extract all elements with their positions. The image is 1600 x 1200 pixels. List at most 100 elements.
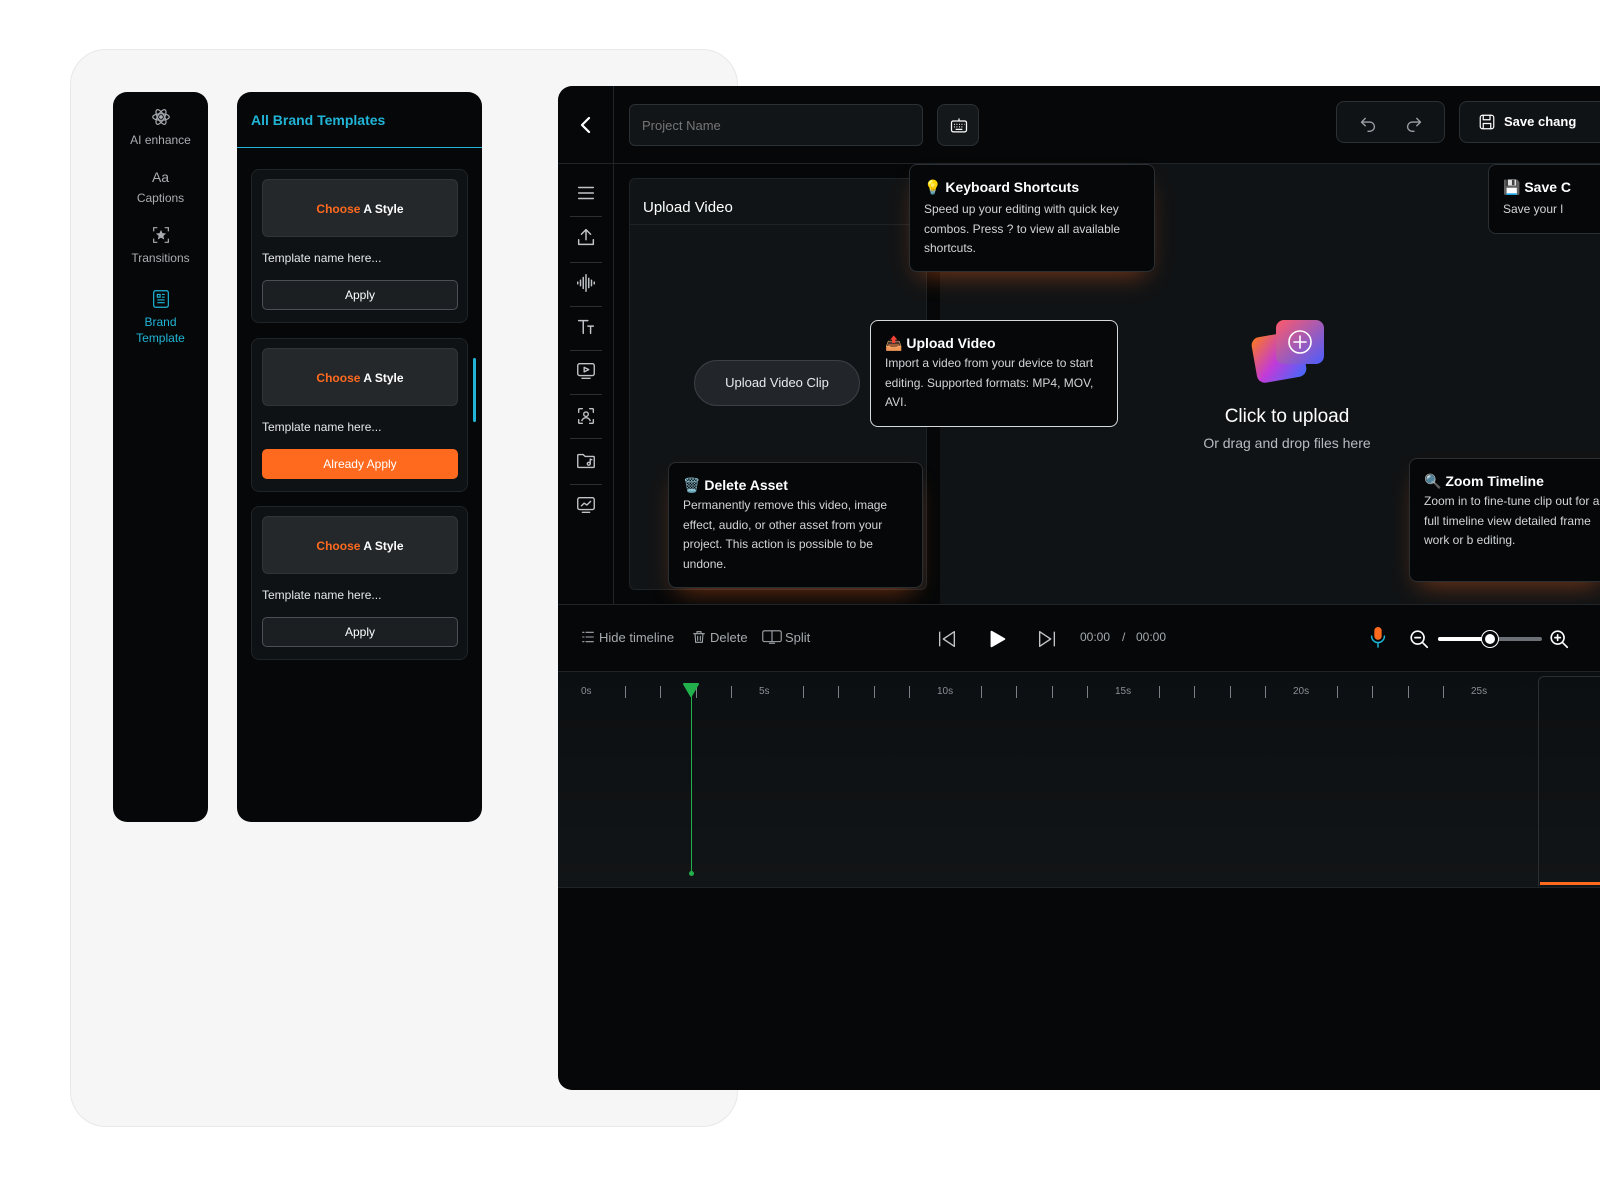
tooltip-title: Delete Asset [704, 477, 788, 493]
microphone-icon[interactable] [1367, 625, 1389, 651]
redo-icon[interactable] [1403, 112, 1425, 134]
keyboard-shortcuts-button[interactable] [937, 104, 979, 146]
ruler-tick [980, 686, 982, 698]
text-icon[interactable] [575, 316, 597, 338]
keyboard-shortcuts-tooltip: 💡 Keyboard Shortcuts Speed up your editi… [909, 164, 1155, 272]
skip-forward-icon[interactable] [1036, 628, 1058, 650]
rail-divider [570, 216, 602, 217]
apply-button[interactable]: Apply [262, 617, 458, 647]
ruler-tick [873, 686, 875, 698]
project-name-input[interactable] [629, 104, 923, 146]
upload-tray-icon: 📤 [885, 335, 903, 351]
sidebar-item-brand-template[interactable]: Brand Template [113, 288, 208, 346]
rail-divider [570, 438, 602, 439]
sidebar-item-label: AI enhance [130, 133, 191, 147]
zoom-in-icon[interactable] [1548, 628, 1570, 650]
tooltip-body: Speed up your editing with quick key com… [924, 202, 1121, 255]
panel-scrollbar[interactable] [473, 358, 476, 422]
choose-style-box[interactable]: Choose A Style [262, 348, 458, 406]
style-text: A Style [363, 371, 404, 385]
timeline-tracks[interactable]: 0s 5s 10s 15s 20s 25s [558, 672, 1600, 888]
apply-button[interactable]: Apply [262, 280, 458, 310]
tooltip-body: Permanently remove this video, image eff… [683, 498, 888, 571]
timeline-controls: Hide timeline Delete Split 00:00 / 00:00 [558, 604, 1600, 672]
ruler-tick [731, 686, 733, 698]
delete-button[interactable]: Delete [691, 629, 748, 645]
total-time: 00:00 [1136, 630, 1167, 644]
upload-media-icon[interactable] [1250, 316, 1328, 388]
skip-back-icon[interactable] [936, 628, 958, 650]
hide-timeline-button[interactable]: Hide timeline [580, 629, 674, 645]
undo-icon[interactable] [1357, 112, 1379, 134]
save-changes-button[interactable]: Save chang [1459, 101, 1600, 143]
sidebar-item-label-line-2: Template [136, 331, 185, 345]
audio-waveform-icon[interactable] [575, 272, 597, 294]
trash-icon: 🗑️ [683, 477, 701, 493]
clip-track-edge[interactable] [1538, 676, 1600, 886]
current-time: 00:00 [1080, 630, 1111, 644]
save-icon [1479, 114, 1495, 130]
ruler-label: 10s [937, 686, 954, 697]
hide-timeline-label: Hide timeline [599, 630, 675, 645]
panel-divider [630, 224, 926, 225]
video-editor: Save chang Upload Video Upload Video Cli… [558, 86, 1600, 1090]
upload-panel-title: Upload Video [643, 199, 733, 216]
editor-topbar: Save chang [558, 86, 1600, 164]
upload-icon[interactable] [575, 226, 597, 248]
zoom-out-icon[interactable] [1408, 628, 1430, 650]
zoom-slider-track[interactable] [1438, 631, 1542, 647]
sidebar-item-ai-enhance[interactable]: AI enhance [113, 106, 208, 148]
undo-redo-group [1336, 101, 1445, 143]
sidebar-item-label: Captions [136, 191, 185, 205]
back-button[interactable] [558, 86, 614, 164]
ruler-tick [1443, 686, 1445, 698]
tooltip-body: Save your l [1503, 202, 1564, 216]
style-accent: Choose [316, 202, 361, 216]
ruler-tick [1194, 686, 1196, 698]
ruler-tick [1087, 686, 1089, 698]
template-card: Choose A Style Template name here... App… [251, 169, 468, 323]
choose-style-box[interactable]: Choose A Style [262, 516, 458, 574]
split-button[interactable]: Split [762, 629, 810, 645]
clip-track-indicator [1540, 882, 1600, 885]
sidebar-item-captions[interactable]: Aa Captions [113, 168, 208, 206]
captions-icon: Aa [151, 169, 170, 185]
tooltip-body: Import a video from your device to start… [885, 356, 1094, 409]
zoom-timeline-tooltip: 🔍 Zoom Timeline Zoom in to fine-tune cli… [1409, 458, 1600, 582]
choose-style-box[interactable]: Choose A Style [262, 179, 458, 237]
tooltip-title: Upload Video [906, 335, 996, 351]
magnifier-icon: 🔍 [1424, 473, 1442, 489]
face-scan-icon[interactable] [575, 405, 597, 427]
save-label: Save chang [1504, 114, 1577, 129]
template-name: Template name here... [262, 588, 382, 602]
playhead-marker-icon[interactable] [682, 682, 700, 698]
media-folder-icon[interactable] [575, 450, 597, 472]
zoom-slider-thumb[interactable] [1482, 631, 1498, 647]
panel-title: All Brand Templates [237, 92, 482, 148]
play-icon[interactable] [986, 628, 1008, 650]
tooltip-body: Zoom in to fine-tune clip out for a full… [1424, 494, 1600, 547]
already-apply-button[interactable]: Already Apply [262, 449, 458, 479]
atom-icon [151, 109, 170, 125]
ruler-tick [1407, 686, 1409, 698]
style-accent: Choose [316, 371, 361, 385]
click-to-upload-text[interactable]: Click to upload [1158, 406, 1416, 428]
split-icon [762, 630, 782, 644]
drag-drop-hint: Or drag and drop files here [1203, 435, 1371, 451]
tool-rail [558, 164, 614, 604]
brand-template-icon [152, 290, 169, 308]
sidebar-item-transitions[interactable]: Transitions [113, 224, 208, 266]
time-separator: / [1122, 630, 1126, 644]
chart-screen-icon[interactable] [575, 494, 597, 516]
ruler-tick [838, 686, 840, 698]
menu-icon[interactable] [575, 182, 597, 204]
upload-video-clip-button[interactable]: Upload Video Clip [694, 360, 860, 406]
template-name: Template name here... [262, 420, 382, 434]
tooltip-title: Save C [1524, 179, 1572, 195]
playhead-line[interactable] [691, 694, 692, 874]
upload-video-tooltip: 📤 Upload Video Import a video from your … [870, 320, 1118, 427]
lightbulb-icon: 💡 [924, 179, 942, 195]
delete-asset-tooltip: 🗑️ Delete Asset Permanently remove this … [668, 462, 923, 588]
template-card: Choose A Style Template name here... Alr… [251, 338, 468, 492]
video-clip-icon[interactable] [575, 360, 597, 382]
